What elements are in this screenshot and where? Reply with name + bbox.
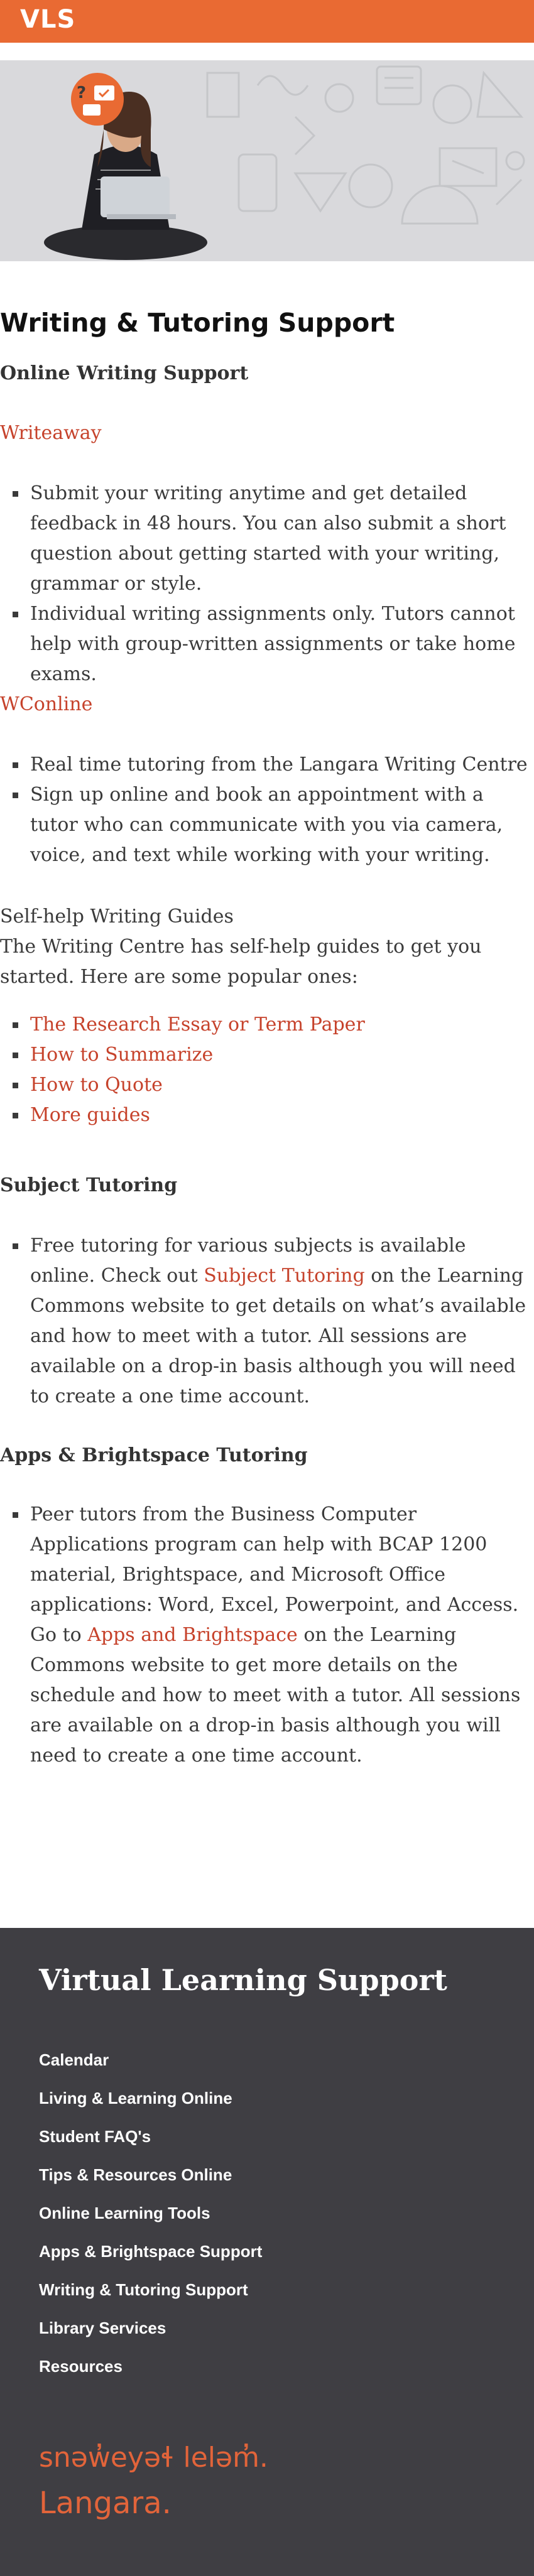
footer-nav: Calendar Living & Learning Online Studen…: [39, 2047, 262, 2392]
hero-image: ?: [0, 60, 534, 261]
student-with-laptop-illustration: ?: [0, 60, 534, 261]
list-item: Sign up online and book an appointment w…: [13, 780, 533, 870]
list-item: Free tutoring for various subjects is av…: [13, 1231, 533, 1412]
online-writing-heading: Online Writing Support: [0, 362, 249, 384]
research-essay-link[interactable]: The Research Essay or Term Paper: [30, 1014, 365, 1036]
footer-link-student-faq[interactable]: Student FAQ's: [39, 2124, 262, 2162]
site-footer: Virtual Learning Support Calendar Living…: [0, 1928, 534, 2576]
langara-indigenous-name: snəw̓eyəɬ leləm̓.: [39, 2442, 268, 2474]
guides-list: The Research Essay or Term Paper How to …: [0, 1010, 533, 1130]
list-item: Real time tutoring from the Langara Writ…: [13, 750, 533, 780]
question-chat-icon: ?: [71, 73, 124, 126]
list-item: The Research Essay or Term Paper: [13, 1010, 533, 1040]
subject-tutoring-heading: Subject Tutoring: [0, 1174, 178, 1196]
footer-link-online-tools[interactable]: Online Learning Tools: [39, 2200, 262, 2239]
self-help-intro: The Writing Centre has self-help guides …: [0, 936, 482, 988]
summarize-link[interactable]: How to Summarize: [30, 1044, 213, 1066]
list-item: Submit your writing anytime and get deta…: [13, 479, 533, 599]
footer-link-apps-brightspace[interactable]: Apps & Brightspace Support: [39, 2239, 262, 2277]
footer-title: Virtual Learning Support: [39, 1963, 447, 1997]
footer-link-writing-tutoring[interactable]: Writing & Tutoring Support: [39, 2277, 262, 2315]
subject-tutoring-list: Free tutoring for various subjects is av…: [0, 1231, 533, 1412]
svg-text:?: ?: [77, 84, 86, 102]
more-guides-link[interactable]: More guides: [30, 1104, 150, 1126]
footer-link-living-learning[interactable]: Living & Learning Online: [39, 2086, 262, 2124]
list-item: Peer tutors from the Business Computer A…: [13, 1500, 533, 1771]
list-item: How to Summarize: [13, 1040, 533, 1070]
writeaway-list: Submit your writing anytime and get deta…: [0, 479, 533, 690]
self-help-label: Self-help Writing Guides: [0, 906, 234, 928]
subject-tutoring-link[interactable]: Subject Tutoring: [204, 1265, 364, 1287]
wconline-list: Real time tutoring from the Langara Writ…: [0, 750, 533, 870]
langara-logo[interactable]: Langara.: [39, 2486, 172, 2521]
vls-logo[interactable]: VLS: [20, 5, 75, 34]
apps-tutoring-heading: Apps & Brightspace Tutoring: [0, 1444, 308, 1466]
list-item: More guides: [13, 1100, 533, 1130]
wconline-link[interactable]: WConline: [0, 693, 92, 715]
footer-link-library[interactable]: Library Services: [39, 2315, 262, 2354]
footer-link-calendar[interactable]: Calendar: [39, 2047, 262, 2086]
writeaway-link[interactable]: Writeaway: [0, 422, 102, 444]
top-bar: VLS: [0, 0, 534, 43]
list-item: Individual writing assignments only. Tut…: [13, 599, 533, 690]
footer-link-resources[interactable]: Resources: [39, 2354, 262, 2392]
quote-link[interactable]: How to Quote: [30, 1074, 163, 1096]
page-title: Writing & Tutoring Support: [0, 308, 395, 338]
apps-brightspace-link[interactable]: Apps and Brightspace: [87, 1624, 298, 1646]
list-item: How to Quote: [13, 1070, 533, 1100]
apps-tutoring-list: Peer tutors from the Business Computer A…: [0, 1500, 533, 1771]
footer-link-tips-resources[interactable]: Tips & Resources Online: [39, 2162, 262, 2200]
